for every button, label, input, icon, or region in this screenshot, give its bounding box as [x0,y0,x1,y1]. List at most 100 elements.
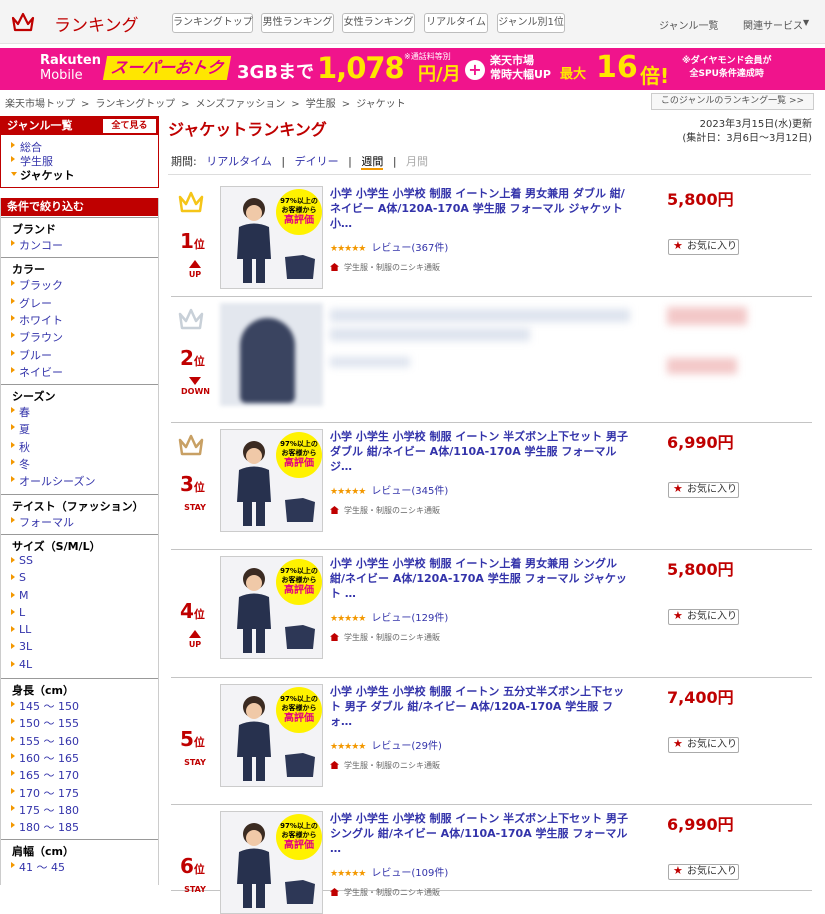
favorite-button[interactable]: お気に入り [668,239,739,255]
favorite-button[interactable]: お気に入り [668,737,739,753]
tab-weekly[interactable]: 週間 [361,155,384,170]
product-name-link[interactable]: 小学 小学生 小学校 制服 イートン上着 男女兼用 シングル 紺/ネイビー A体… [330,556,635,601]
filter-option[interactable]: ブラウン [11,329,63,345]
product-thumbnail[interactable]: 97%以上の お客様から 高評価 [220,556,323,659]
logo-text[interactable]: ランキング [54,11,139,36]
product-rating[interactable]: ★★★★★ レビュー(345件) [330,482,448,497]
breadcrumb-separator: > [291,99,300,110]
header-tab[interactable]: 女性ランキング [342,13,415,33]
rating-badge: 97%以上の お客様から 高評価 [276,189,322,235]
badge-line: 97%以上の [280,197,318,205]
filter-option[interactable]: ネイビー [11,364,63,380]
filter-option[interactable]: 春 [11,404,30,420]
star-rating-icon: ★★★★★ [330,614,366,624]
crown-logo-icon[interactable] [10,9,36,35]
product-name-link[interactable]: 小学 小学生 小学校 制服 イートン 五分丈半ズボン上下セット 男子 ダブル 紺… [330,684,635,729]
filter-option[interactable]: 3L [11,640,32,653]
rank-trend-text: UP [188,270,202,279]
promo-banner[interactable]: Rakuten Mobile スーパーおトク 3GBまで 1,078 ※通話料等別… [0,48,825,90]
filter-option[interactable]: オールシーズン [11,473,95,489]
header-tab[interactable]: リアルタイム [424,13,488,33]
filter-category-title: カラー [1,257,158,277]
filter-option[interactable]: SS [11,554,33,567]
product-name-link[interactable]: 小学 小学生 小学校 制服 イートン 半ズボン上下セット 男子 ダブル 紺/ネイ… [330,429,635,474]
filter-option[interactable]: ブラック [11,277,63,293]
product-rating[interactable]: ★★★★★ レビュー(129件) [330,609,448,624]
filter-category-title: 肩幅（cm） [1,839,158,859]
filter-option[interactable]: S [11,571,26,584]
product-thumbnail[interactable]: 97%以上の お客様から 高評価 [220,186,323,289]
filter-option[interactable]: グレー [11,295,52,311]
banner-max: 最大 [560,67,587,82]
product-thumbnail[interactable]: 97%以上の お客様から 高評価 [220,811,323,914]
header-tab[interactable]: ジャンル別1位 [497,13,565,33]
genre-ranking-link[interactable]: このジャンルのランキング一覧 >> [651,93,814,110]
breadcrumb-item[interactable]: ジャケット [356,99,406,110]
filter-option[interactable]: 夏 [11,421,30,437]
filter-option[interactable]: 165 ～ 170 [11,767,79,783]
filter-option[interactable]: 冬 [11,456,30,472]
filter-option[interactable]: 41 ～ 45 [11,859,65,875]
breadcrumb-item[interactable]: 楽天市場トップ [5,99,75,110]
filter-option[interactable]: ホワイト [11,312,63,328]
rank-number: 5位 [180,727,205,751]
filter-option[interactable]: 175 ～ 180 [11,802,79,818]
review-count-link[interactable]: レビュー(129件) [371,613,448,624]
favorite-button[interactable]: お気に入り [668,864,739,880]
star-rating-icon: ★★★★★ [330,244,366,254]
review-count-link[interactable]: レビュー(367件) [371,243,448,254]
rank-value: 6 [180,854,194,878]
ranking-row: 2位 DOWN [171,303,812,423]
filter-option[interactable]: 4L [11,658,32,671]
filter-option[interactable]: 155 ～ 160 [11,733,79,749]
product-name-link[interactable]: 小学 小学生 小学校 制服 イートン上着 男女兼用 ダブル 紺/ネイビー A体/… [330,186,635,231]
filter-option[interactable]: M [11,589,29,602]
header-tab[interactable]: ランキングトップ [172,13,253,33]
filter-option[interactable]: ブルー [11,347,52,363]
product-name-link[interactable]: 小学 小学生 小学校 制服 イートン 半ズボン上下セット 男子 シングル 紺/ネ… [330,811,635,856]
favorite-button[interactable]: お気に入り [668,609,739,625]
shop-name-link[interactable]: 学生服・制服のニシキ通販 [330,632,440,643]
shop-name-link[interactable]: 学生服・制服のニシキ通販 [330,887,440,898]
product-thumbnail[interactable]: 97%以上の お客様から 高評価 [220,684,323,787]
breadcrumb-item[interactable]: 学生服 [306,99,336,110]
filter-option[interactable]: フォーマル [11,514,74,530]
product-thumbnail[interactable]: 97%以上の お客様から 高評価 [220,429,323,532]
banner-note2: ※ダイヤモンド会員が 全SPU条件達成時 [682,56,772,79]
tab-realtime[interactable]: リアルタイム [206,155,272,168]
rank-value: 4 [180,599,194,623]
filter-option[interactable]: L [11,606,25,619]
filter-category-title: シーズン [1,384,158,404]
star-rating-icon: ★★★★★ [330,742,366,752]
filter-option[interactable]: 160 ～ 165 [11,750,79,766]
tab-daily[interactable]: デイリー [295,155,339,168]
genre-list-link[interactable]: ジャンル一覧 [659,17,719,32]
shop-name-link[interactable]: 学生服・制服のニシキ通販 [330,262,440,273]
show-all-button[interactable]: 全て見る [103,119,156,133]
related-services-menu[interactable]: 関連サービス [743,17,803,32]
filter-option[interactable]: 170 ～ 175 [11,785,79,801]
favorite-button[interactable]: お気に入り [668,482,739,498]
shop-name-link[interactable]: 学生服・制服のニシキ通販 [330,505,440,516]
breadcrumb-item[interactable]: ランキングトップ [95,99,175,110]
product-rating[interactable]: ★★★★★ レビュー(29件) [330,737,442,752]
filter-option[interactable]: 150 ～ 155 [11,715,79,731]
header-tab[interactable]: 男性ランキング [261,13,334,33]
review-count-link[interactable]: レビュー(109件) [371,868,448,879]
filter-option[interactable]: 秋 [11,439,30,455]
breadcrumb-item[interactable]: メンズファッション [195,99,285,110]
product-rating[interactable]: ★★★★★ レビュー(109件) [330,864,448,879]
rank-trend-badge: UP [181,260,209,279]
review-count-link[interactable]: レビュー(29件) [371,741,442,752]
filter-header: 条件で絞り込む [1,198,158,216]
filter-option[interactable]: LL [11,623,31,636]
shop-name-link[interactable]: 学生服・制服のニシキ通販 [330,760,440,771]
ranking-row: 3位 STAY 97%以上の お客様から 高評価 小学 小学生 小学校 制服 イートン 半… [171,429,812,550]
blurred-content [330,357,410,367]
product-thumbnail[interactable] [220,303,323,406]
filter-option[interactable]: カンコー [11,237,63,253]
review-count-link[interactable]: レビュー(345件) [371,486,448,497]
filter-option[interactable]: 145 ～ 150 [11,698,79,714]
filter-option[interactable]: 180 ～ 185 [11,819,79,835]
product-rating[interactable]: ★★★★★ レビュー(367件) [330,239,448,254]
